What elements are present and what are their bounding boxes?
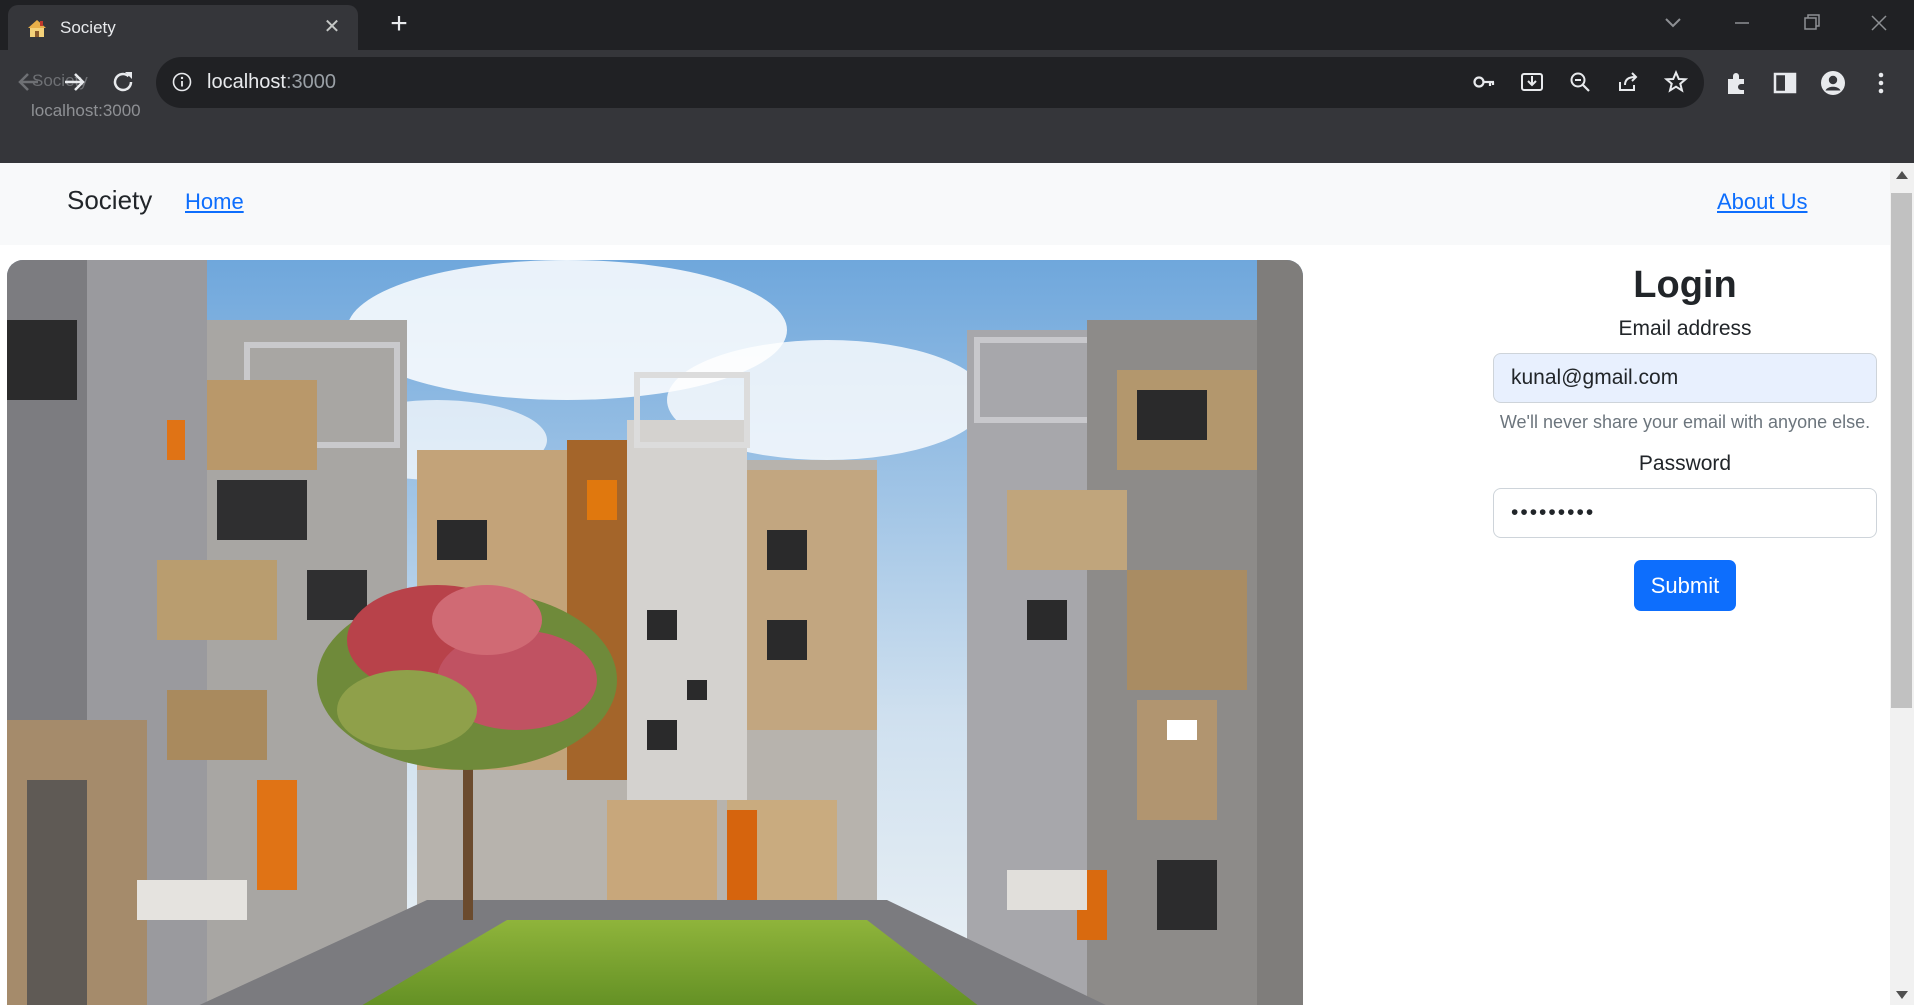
web-page: Society Home About Us Login Email addres…	[0, 163, 1890, 1005]
url-port: :3000	[285, 71, 336, 93]
browser-tab[interactable]: Society ✕	[8, 5, 358, 50]
profile-icon[interactable]	[1820, 70, 1846, 96]
email-help-text: We'll never share your email with anyone…	[1499, 412, 1871, 432]
navbar-brand[interactable]: Society	[67, 185, 152, 216]
scroll-down-arrow-icon[interactable]	[1895, 990, 1909, 1000]
side-panel-icon[interactable]	[1772, 70, 1798, 96]
reload-icon[interactable]	[109, 68, 137, 96]
nav-link-home[interactable]: Home	[185, 189, 244, 215]
url-tooltip: localhost:3000	[31, 101, 141, 120]
site-info-icon[interactable]	[172, 72, 192, 92]
zoom-out-icon[interactable]	[1568, 70, 1592, 94]
url-text[interactable]: localhost:3000	[207, 71, 336, 94]
nav-link-about[interactable]: About Us	[1717, 189, 1808, 215]
close-window-icon[interactable]	[1864, 10, 1894, 36]
forward-arrow-icon[interactable]	[60, 68, 88, 96]
close-tab-icon[interactable]: ✕	[320, 15, 344, 39]
tab-strip: Society ✕ +	[0, 0, 1914, 50]
address-bar[interactable]: localhost:3000	[156, 57, 1704, 108]
key-icon[interactable]	[1472, 70, 1496, 94]
submit-button[interactable]: Submit	[1634, 560, 1736, 611]
password-label: Password	[1638, 452, 1732, 475]
house-favicon	[28, 20, 46, 37]
browser-chrome: Society ✕ + Society localhost:3000 local…	[0, 0, 1914, 163]
login-form: Login Email address kunal@gmail.com We'l…	[1493, 260, 1877, 611]
password-field[interactable]: •••••••••	[1493, 488, 1877, 538]
site-navbar: Society Home About Us	[0, 163, 1890, 245]
restore-icon[interactable]	[1796, 10, 1826, 36]
tab-title: Society	[60, 18, 116, 37]
scrollbar-thumb[interactable]	[1891, 193, 1912, 708]
email-label: Email address	[1618, 317, 1752, 340]
back-arrow-icon[interactable]	[15, 68, 43, 96]
install-icon[interactable]	[1520, 70, 1544, 94]
bookmark-star-icon[interactable]	[1664, 70, 1688, 94]
share-icon[interactable]	[1616, 70, 1640, 94]
tab-search-icon[interactable]	[1658, 10, 1688, 36]
kebab-menu-icon[interactable]	[1868, 70, 1894, 96]
extensions-icon[interactable]	[1724, 70, 1750, 96]
society-building-image	[7, 260, 1303, 1005]
scroll-up-arrow-icon[interactable]	[1895, 170, 1909, 180]
email-field[interactable]: kunal@gmail.com	[1493, 353, 1877, 403]
plus-icon[interactable]: +	[384, 9, 414, 40]
login-title: Login	[1633, 264, 1737, 306]
minimize-icon[interactable]	[1727, 10, 1757, 36]
url-host: localhost	[207, 71, 286, 93]
